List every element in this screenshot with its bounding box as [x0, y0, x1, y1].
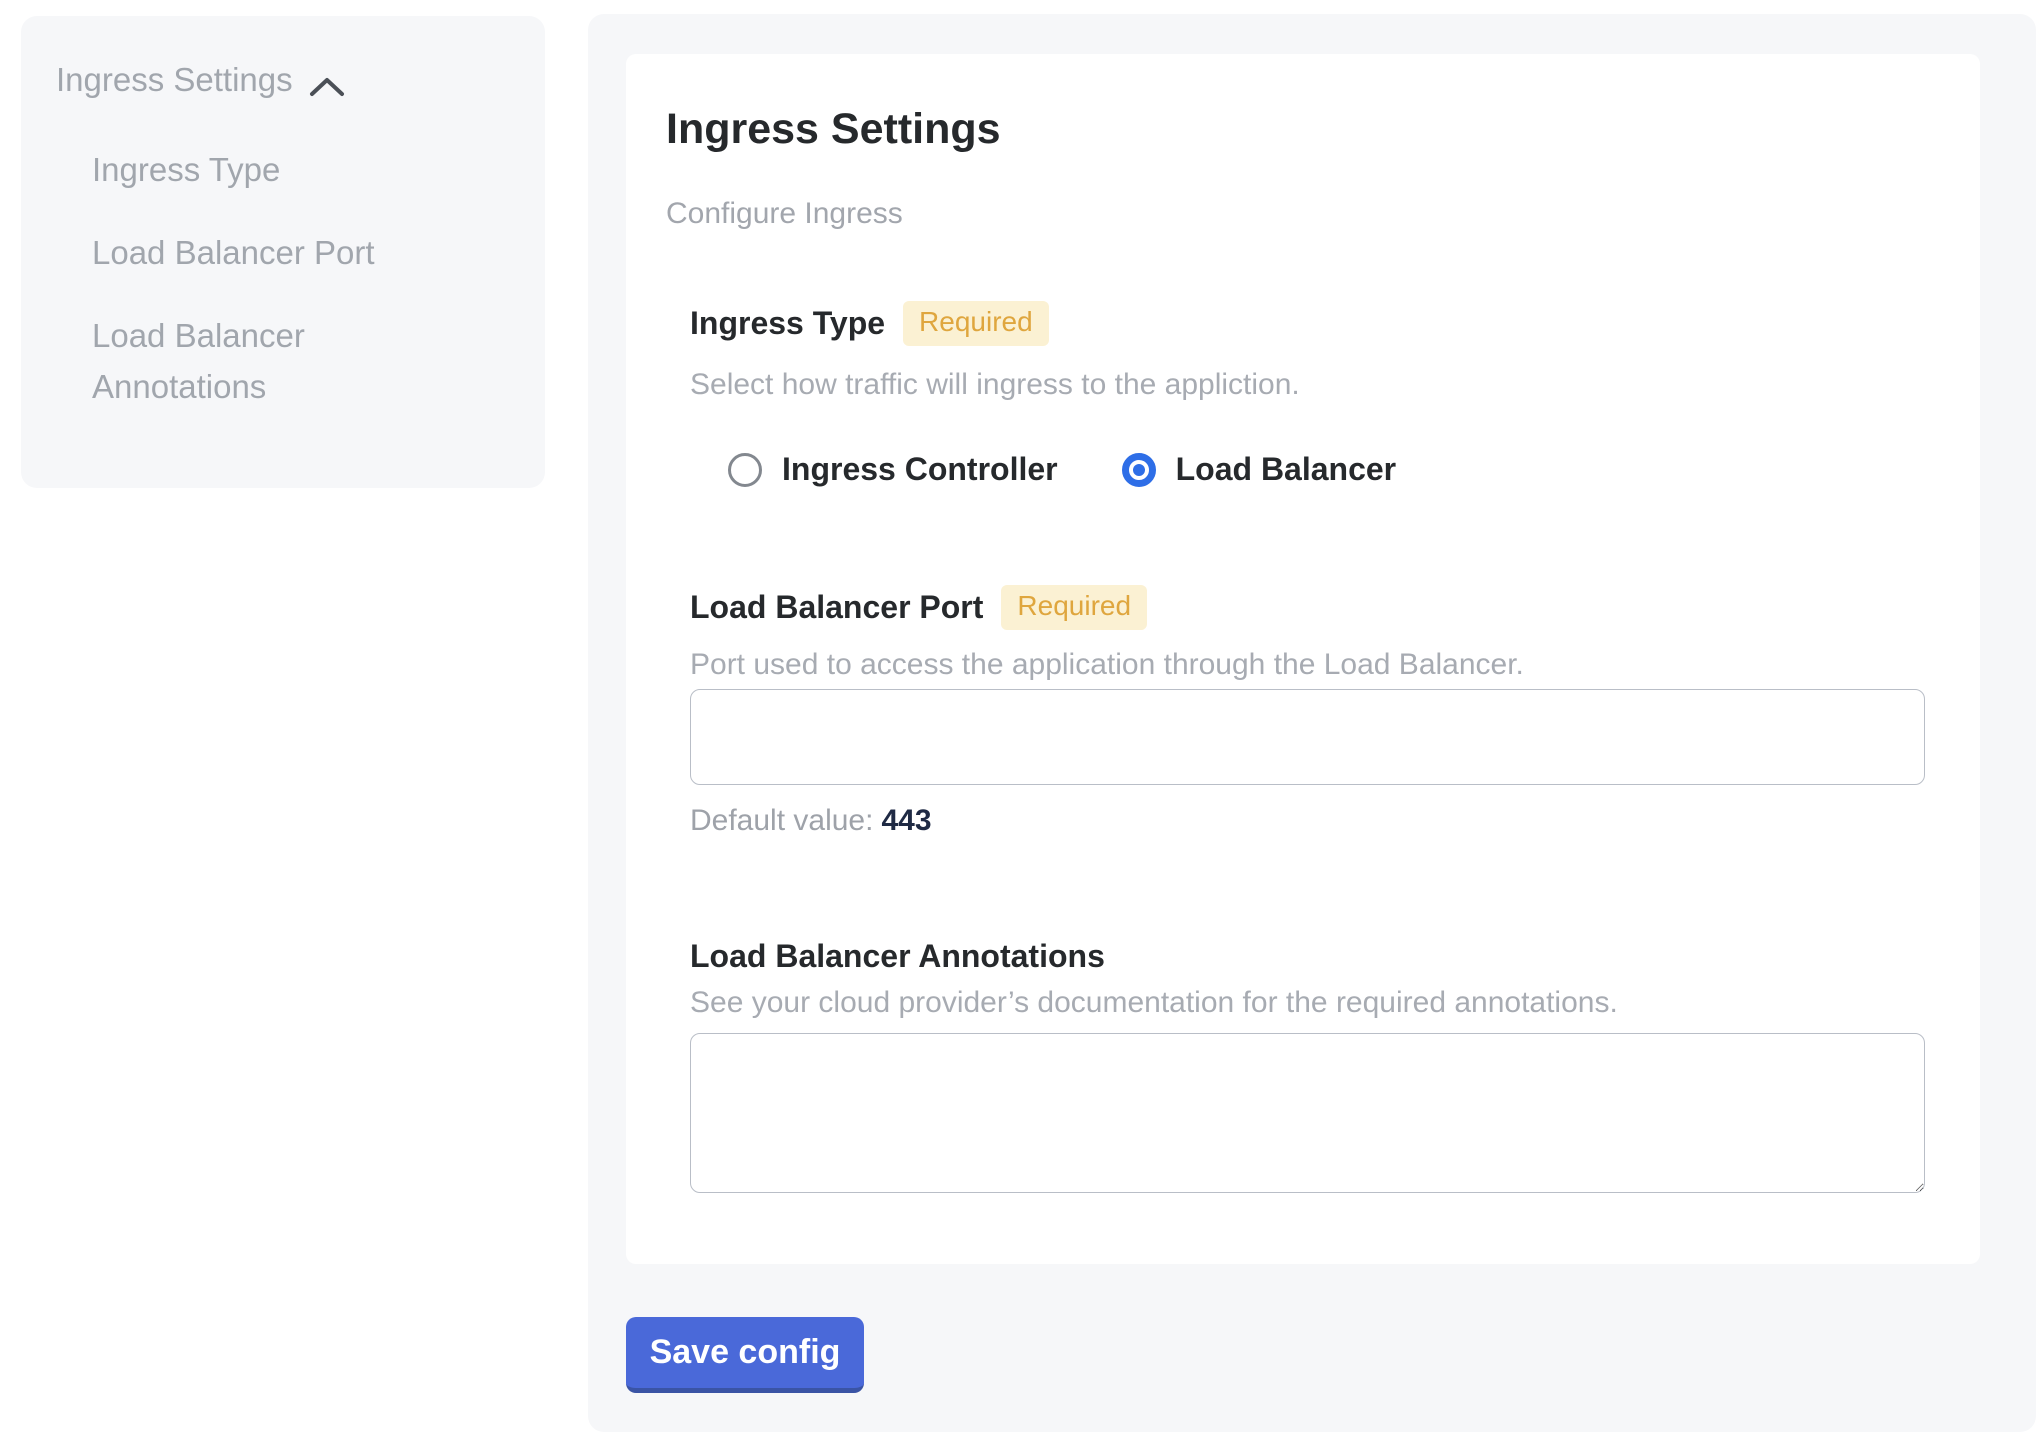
radio-circle-checked-icon[interactable]	[1122, 453, 1156, 487]
sidebar-group-label: Ingress Settings	[56, 60, 293, 100]
field-label-ingress-type: Ingress Type	[690, 305, 885, 341]
section-load-balancer-annotations: Load Balancer Annotations See your cloud…	[690, 933, 1924, 1193]
load-balancer-annotations-textarea[interactable]	[690, 1033, 1925, 1193]
field-label-load-balancer-annotations: Load Balancer Annotations	[690, 938, 1105, 974]
sidebar-item-ingress-type[interactable]: Ingress Type	[92, 144, 392, 195]
settings-panel: Ingress Settings Configure Ingress Ingre…	[588, 14, 2036, 1432]
radio-load-balancer[interactable]: Load Balancer	[1122, 451, 1397, 488]
radio-circle-unchecked-icon[interactable]	[728, 453, 762, 487]
default-value-row: Default value:443	[690, 803, 1924, 839]
sidebar-item-load-balancer-port[interactable]: Load Balancer Port	[92, 227, 392, 278]
page-subtitle: Configure Ingress	[666, 192, 1924, 236]
field-label-load-balancer-port: Load Balancer Port	[690, 589, 983, 625]
save-config-button[interactable]: Save config	[626, 1317, 864, 1393]
section-ingress-type: Ingress Type Required Select how traffic …	[690, 300, 1924, 488]
sidebar-group-ingress-settings[interactable]: Ingress Settings	[56, 60, 515, 100]
section-load-balancer-port: Load Balancer Port Required Port used to …	[690, 584, 1924, 839]
required-badge: Required	[1001, 585, 1147, 630]
save-config-button-label: Save config	[650, 1333, 841, 1372]
ingress-settings-card: Ingress Settings Configure Ingress Ingre…	[626, 54, 1980, 1264]
field-description-load-balancer-annotations: See your cloud provider’s documentation …	[690, 981, 1924, 1025]
field-description-load-balancer-port: Port used to access the application thro…	[690, 643, 1924, 687]
load-balancer-port-input[interactable]	[690, 689, 1925, 785]
default-value: 443	[881, 804, 931, 837]
sidebar-item-load-balancer-annotations[interactable]: Load Balancer Annotations	[92, 310, 392, 412]
field-description-ingress-type: Select how traffic will ingress to the a…	[690, 363, 1924, 407]
default-value-label: Default value:	[690, 804, 873, 837]
required-badge: Required	[903, 301, 1049, 346]
settings-nav-sidebar: Ingress Settings Ingress Type Load Balan…	[21, 16, 545, 488]
page-title: Ingress Settings	[666, 104, 1924, 154]
radio-ingress-controller[interactable]: Ingress Controller	[728, 451, 1058, 488]
radio-label-load-balancer: Load Balancer	[1176, 451, 1397, 488]
chevron-up-icon[interactable]	[309, 68, 345, 92]
sidebar-items: Ingress Type Load Balancer Port Load Bal…	[92, 144, 515, 412]
radio-label-ingress-controller: Ingress Controller	[782, 451, 1058, 488]
fields-group: Ingress Type Required Select how traffic …	[690, 300, 1924, 1193]
ingress-type-radio-group: Ingress Controller Load Balancer	[728, 451, 1924, 488]
